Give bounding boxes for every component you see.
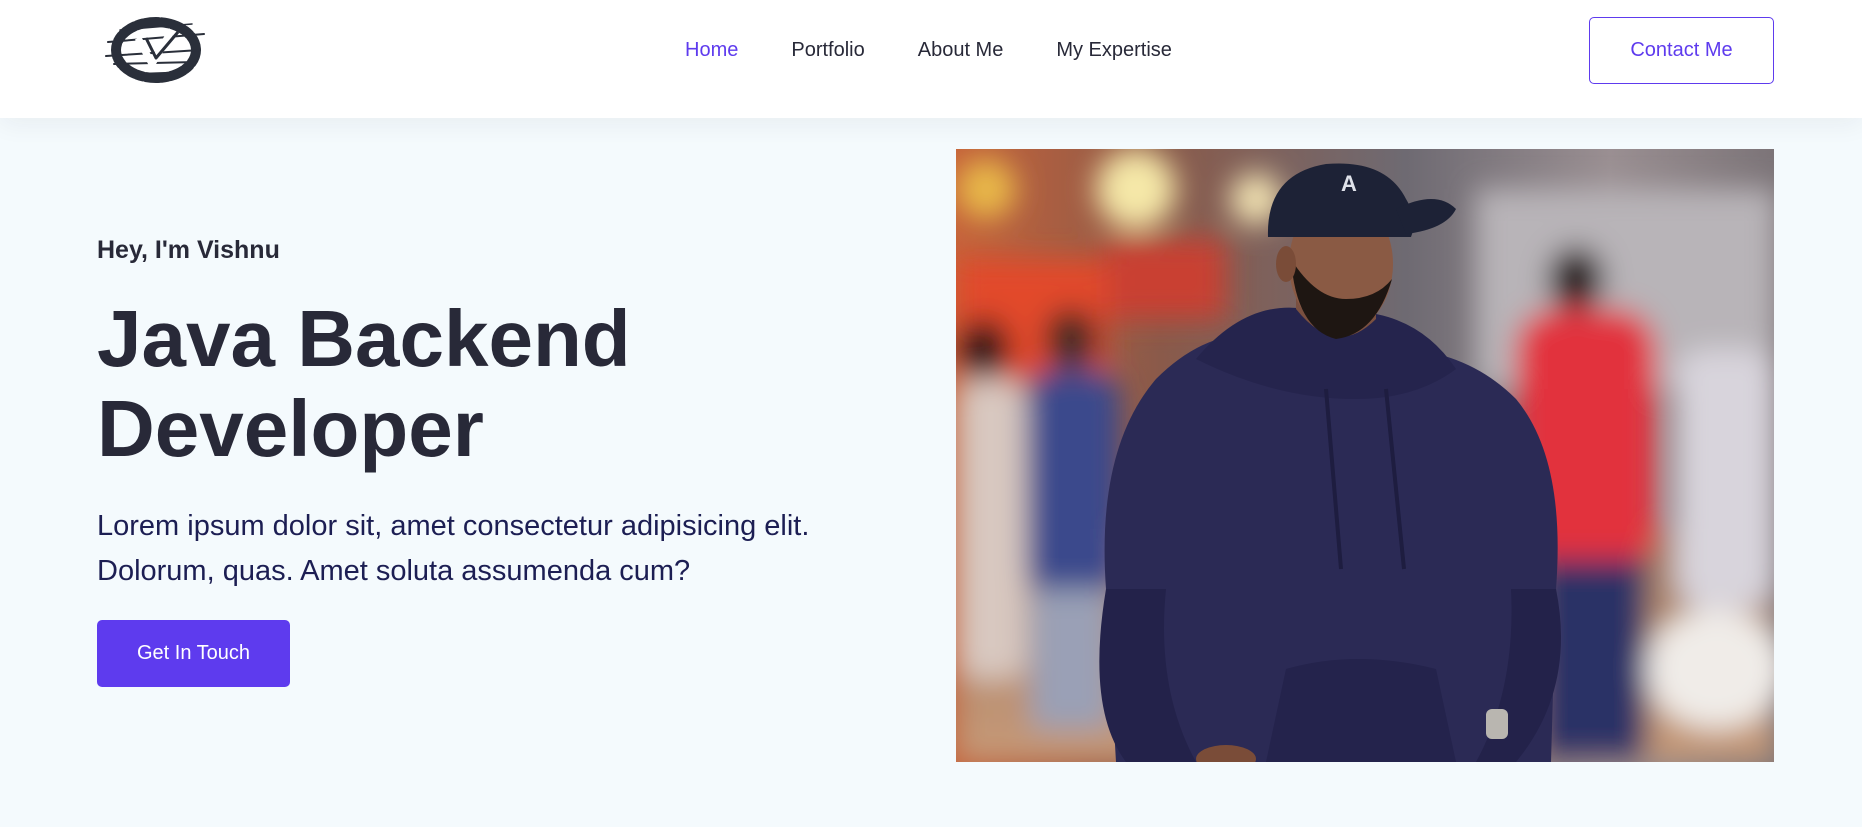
hero-profile-image: A [956,149,1774,762]
navbar: Home Portfolio About Me My Expertise Con… [0,0,1862,118]
hero-title-line1: Java Backend [97,294,631,383]
hero-description: Lorem ipsum dolor sit, amet consectetur … [97,510,810,587]
nav-link-home[interactable]: Home [685,38,738,62]
hero-title-line2: Developer [97,384,484,473]
contact-me-button[interactable]: Contact Me [1589,17,1774,84]
nav-link-portfolio[interactable]: Portfolio [791,38,864,62]
nav-link-about-me[interactable]: About Me [918,38,1004,62]
hero-section: Hey, I'm Vishnu Java Backend Developer L… [97,230,877,687]
site-logo[interactable] [100,12,212,86]
nav-links: Home Portfolio About Me My Expertise [685,38,1225,62]
hero-title: Java Backend Developer [97,294,877,474]
hero-greeting: Hey, I'm Vishnu [97,236,280,264]
svg-text:A: A [1341,171,1357,196]
get-in-touch-button[interactable]: Get In Touch [97,620,290,687]
nav-link-my-expertise[interactable]: My Expertise [1056,38,1172,62]
vv-brush-logo-icon [105,17,205,83]
profile-photo-icon: A [956,149,1774,762]
